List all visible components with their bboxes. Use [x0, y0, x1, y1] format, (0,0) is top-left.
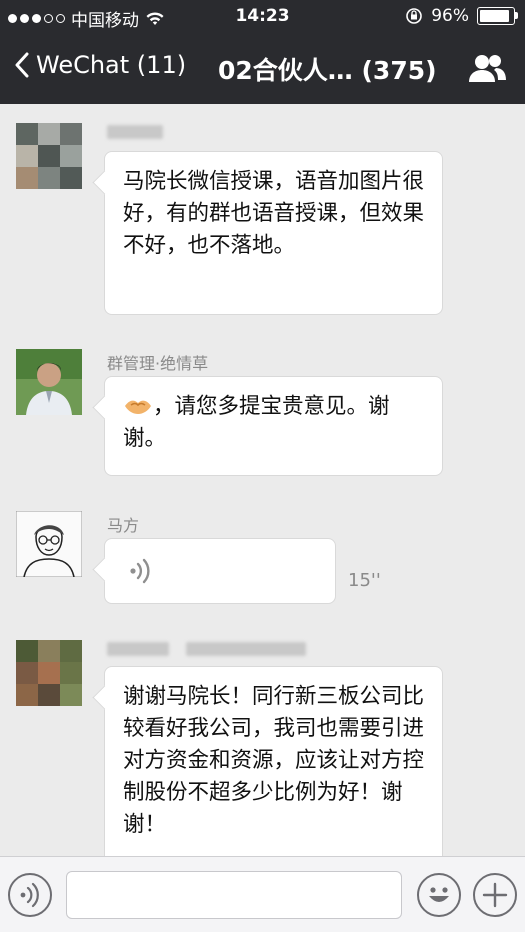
sender-name-blurred: [107, 124, 163, 143]
voice-message-bubble[interactable]: [104, 538, 336, 604]
avatar[interactable]: [16, 349, 82, 415]
input-bar: [0, 856, 525, 932]
avatar[interactable]: [16, 123, 82, 189]
voice-icon: [20, 882, 39, 908]
voice-wave-icon: [130, 558, 150, 584]
sender-name-blurred: [107, 641, 307, 660]
battery-area: 96%: [405, 6, 518, 26]
voice-input-button[interactable]: [8, 873, 52, 917]
battery-icon: [477, 7, 518, 25]
sender-name: 群管理·绝情草: [107, 354, 209, 373]
more-button[interactable]: [473, 873, 517, 917]
message-bubble[interactable]: 谢谢马院长！同行新三板公司比较看好我公司，我司也需要引进对方资金和资源，应该让对…: [104, 666, 443, 856]
battery-percent: 96%: [431, 6, 469, 26]
message-input[interactable]: [66, 871, 402, 919]
nav-bar: WeChat (11) 02合伙人… (375): [0, 34, 525, 104]
chat-title: 02合伙人… (375): [218, 56, 437, 85]
top-bar: 中国移动 14:23 96% WeChat (11) 02合伙人… (375): [0, 0, 525, 104]
message-text: 马院长微信授课，语音加图片很好，有的群也语音授课，但效果不好，也不落地。: [123, 169, 425, 258]
smiley-icon: [429, 887, 449, 902]
message-text: 谢谢马院长！同行新三板公司比较看好我公司，我司也需要引进对方资金和资源，应该让对…: [123, 684, 425, 837]
status-bar: 中国移动 14:23 96%: [0, 0, 525, 34]
chevron-left-icon: [15, 52, 29, 78]
avatar[interactable]: [16, 511, 82, 577]
back-button[interactable]: WeChat (11): [14, 51, 186, 79]
sender-name: 马方: [107, 516, 140, 535]
handshake-emoji: [125, 400, 151, 414]
voice-duration: 15'': [348, 570, 381, 591]
message-bubble[interactable]: ，请您多提宝贵意见。谢谢。: [104, 376, 443, 476]
message-text: ，请您多提宝贵意见。谢谢。: [123, 394, 390, 451]
group-info-icon[interactable]: [467, 52, 507, 84]
emoji-button[interactable]: [417, 873, 461, 917]
orientation-lock-icon: [406, 8, 423, 24]
back-label: WeChat (11): [36, 51, 187, 79]
chat-area[interactable]: 马院长微信授课，语音加图片很好，有的群也语音授课，但效果不好，也不落地。 群管理…: [0, 104, 525, 856]
message-bubble[interactable]: 马院长微信授课，语音加图片很好，有的群也语音授课，但效果不好，也不落地。: [104, 151, 443, 315]
plus-icon: [482, 882, 508, 908]
avatar[interactable]: [16, 640, 82, 706]
